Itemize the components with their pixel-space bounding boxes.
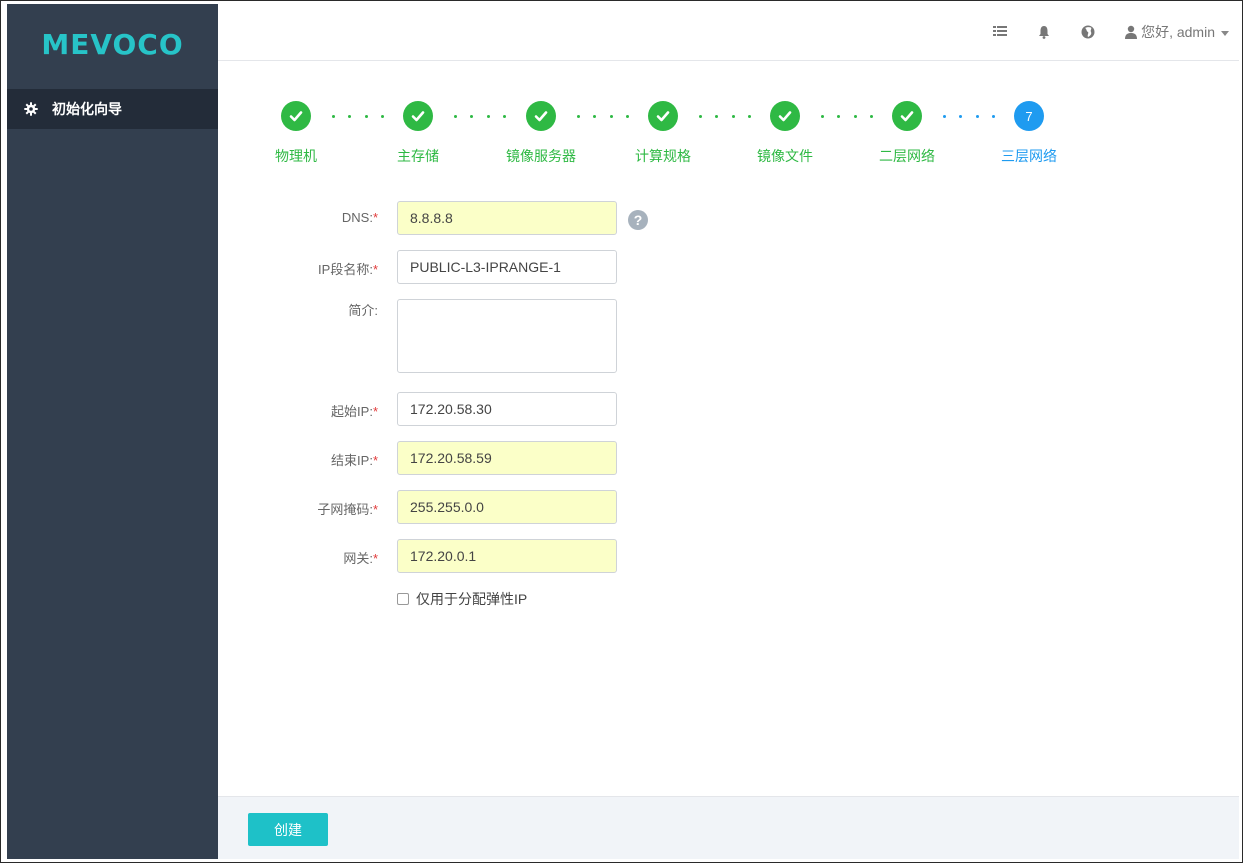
list-icon[interactable]	[992, 24, 1008, 40]
user-icon	[1124, 25, 1138, 39]
dns-label: DNS:*	[341, 210, 378, 225]
sidebar-item-label: 初始化向导	[52, 101, 122, 117]
step-connector	[454, 115, 506, 118]
step-label: 二层网络	[879, 148, 935, 164]
user-greeting: 您好, admin	[1141, 24, 1215, 40]
end-ip-label: 结束IP:*	[331, 453, 378, 468]
step-label: 计算规格	[635, 148, 691, 164]
eip-only-checkbox[interactable]	[397, 593, 409, 605]
eip-only-row[interactable]: 仅用于分配弹性IP	[397, 589, 527, 609]
step-label: 镜像文件	[757, 148, 813, 164]
step-2-done-icon[interactable]	[403, 101, 433, 131]
top-header: 您好, admin	[218, 4, 1239, 61]
step-label: 主存储	[397, 148, 439, 164]
step-3-done-icon[interactable]	[526, 101, 556, 131]
ip-range-name-label: IP段名称:*	[318, 262, 378, 277]
netmask-input[interactable]: 255.255.0.0	[397, 490, 617, 524]
chevron-down-icon	[1221, 30, 1229, 36]
step-5-done-icon[interactable]	[770, 101, 800, 131]
globe-icon[interactable]	[1080, 24, 1096, 40]
dns-input[interactable]: 8.8.8.8	[397, 201, 617, 235]
step-6-done-icon[interactable]	[892, 101, 922, 131]
step-label-active: 三层网络	[1001, 148, 1057, 164]
sidebar-item-init-wizard[interactable]: 初始化向导	[7, 89, 218, 129]
description-textarea[interactable]	[397, 299, 617, 373]
netmask-label: 子网掩码:*	[317, 502, 378, 517]
step-connector	[699, 115, 751, 118]
step-connector-active	[943, 115, 995, 118]
main-content: 7 物理机 主存储 镜像服务器 计算规格 镜像文件 二层网络 三层网络 DNS:…	[218, 61, 1239, 796]
bell-icon[interactable]	[1036, 24, 1052, 40]
gear-icon	[24, 102, 38, 116]
step-7-active[interactable]: 7	[1014, 101, 1044, 131]
end-ip-input[interactable]: 172.20.58.59	[397, 441, 617, 475]
logo-text: MEVOCO	[41, 28, 184, 61]
step-connector	[332, 115, 384, 118]
step-label: 镜像服务器	[506, 148, 576, 164]
step-1-done-icon[interactable]	[281, 101, 311, 131]
start-ip-label: 起始IP:*	[331, 404, 378, 419]
ip-range-name-input[interactable]: PUBLIC-L3-IPRANGE-1	[397, 250, 617, 284]
step-connector	[821, 115, 873, 118]
gateway-input[interactable]: 172.20.0.1	[397, 539, 617, 573]
header-toolbar: 您好, admin	[964, 22, 1229, 42]
step-4-done-icon[interactable]	[648, 101, 678, 131]
logo[interactable]: MEVOCO	[7, 4, 218, 85]
start-ip-input[interactable]: 172.20.58.30	[397, 392, 617, 426]
user-menu[interactable]: 您好, admin	[1124, 22, 1229, 42]
gateway-label: 网关:*	[343, 551, 378, 566]
step-label: 物理机	[275, 148, 317, 164]
sidebar: MEVOCO 初始化向导	[7, 4, 218, 859]
step-connector	[577, 115, 629, 118]
help-icon[interactable]: ?	[628, 210, 648, 230]
create-button[interactable]: 创建	[248, 813, 328, 846]
description-label: 简介:	[348, 303, 378, 318]
step-number: 7	[1025, 108, 1033, 124]
footer-bar: 创建	[218, 796, 1239, 859]
eip-only-label: 仅用于分配弹性IP	[416, 591, 528, 607]
